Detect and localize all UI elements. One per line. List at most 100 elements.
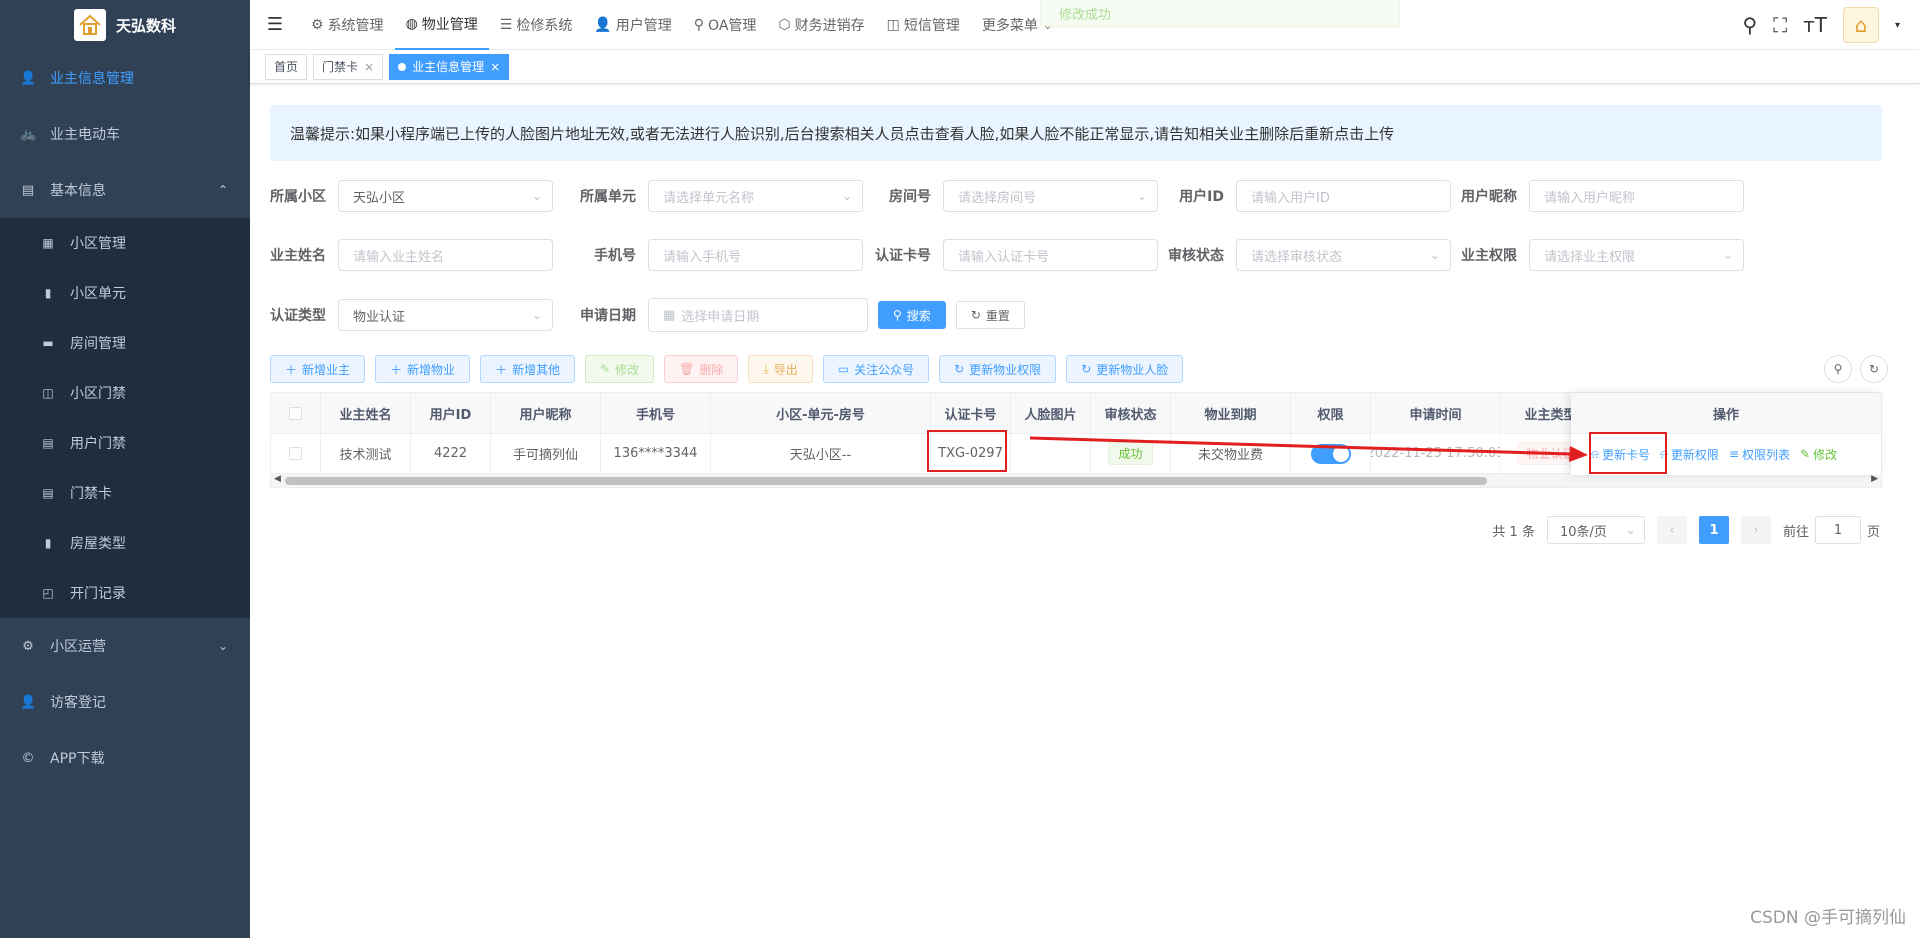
checkbox[interactable] [289, 447, 302, 460]
close-icon[interactable]: × [364, 60, 374, 74]
scroll-right-icon[interactable]: ▶ [1871, 474, 1878, 484]
sidebar-item-ebike[interactable]: 🚲 业主电动车 [0, 106, 250, 162]
goto-page-input[interactable]: 1 [1814, 516, 1861, 544]
tag-home[interactable]: 首页 [265, 53, 308, 80]
export-button[interactable]: ⤓ 导出 [748, 355, 813, 383]
reset-button[interactable]: ↻ 重置 [955, 301, 1025, 329]
page-number[interactable]: 1 [1698, 516, 1729, 544]
sidebar-item-user-gate[interactable]: ▤ 用户门禁 [0, 418, 250, 468]
delete-button[interactable]: 🗑 删除 [664, 355, 739, 383]
prev-page-button[interactable]: ‹ [1656, 516, 1687, 544]
page-size-select[interactable]: 10条/页 ⌄ [1546, 516, 1645, 544]
update-permission-link[interactable]: ⍾ 更新权限 [1660, 446, 1719, 463]
top-menu-system[interactable]: ⚙ 系统管理 [300, 0, 395, 50]
sidebar-item-door-log[interactable]: ◰ 开门记录 [0, 568, 250, 618]
person-icon: 👤 [20, 694, 37, 710]
sidebar-item-app-download[interactable]: © APP下载 [0, 730, 250, 786]
apply-date-picker[interactable]: ▦ 选择申请日期 [648, 298, 868, 332]
add-other-button[interactable]: ＋ 新增其他 [480, 355, 576, 383]
hamburger-icon[interactable]: ☰ [250, 14, 300, 35]
refresh-icon: ↻ [1868, 362, 1880, 376]
button-label: 新增物业 [407, 362, 456, 377]
card-no-label: 认证卡号 [875, 248, 931, 264]
permission-select[interactable]: 请选择业主权限 ⌄ [1529, 239, 1744, 271]
list-icon: ☰ [499, 16, 513, 33]
refresh-table-button[interactable]: ↻ [1860, 355, 1888, 383]
button-label: 新增业主 [302, 362, 351, 377]
font-size-icon[interactable]: тT [1803, 13, 1827, 37]
tag-access-card[interactable]: 门禁卡 × [313, 53, 384, 80]
col-status: 审核状态 [1091, 393, 1171, 433]
close-icon[interactable]: × [490, 60, 500, 74]
fullscreen-icon[interactable]: ⛶ [1773, 13, 1787, 37]
horizontal-scrollbar[interactable]: ◀ ▶ [271, 473, 1881, 487]
sidebar-item-house-type[interactable]: ▮ 房屋类型 [0, 518, 250, 568]
op-label: 更新权限 [1670, 447, 1719, 462]
tag-owner-info[interactable]: 业主信息管理 × [389, 53, 510, 80]
edit-link[interactable]: ✎ 修改 [1800, 446, 1837, 463]
caret-down-icon[interactable]: ▾ [1895, 20, 1900, 31]
sidebar-item-basic-info[interactable]: ▤ 基本信息 ⌃ [0, 162, 250, 218]
sidebar-item-community-gate[interactable]: ◫ 小区门禁 [0, 368, 250, 418]
sidebar-item-label: 小区管理 [70, 236, 126, 252]
top-menu-oa[interactable]: ⚲ OA管理 [683, 0, 768, 50]
add-owner-button[interactable]: ＋ 新增业主 [270, 355, 366, 383]
avatar[interactable]: ⌂ [1842, 7, 1879, 43]
update-permission-button[interactable]: ↻ 更新物业权限 [939, 355, 1057, 383]
update-face-button[interactable]: ↻ 更新物业人脸 [1066, 355, 1184, 383]
sidebar-item-label: 小区单元 [70, 286, 126, 302]
edit-button[interactable]: ✎ 修改 [585, 355, 655, 383]
sidebar-item-owner-info[interactable]: 👤 业主信息管理 [0, 50, 250, 106]
permission-list-link[interactable]: ≡ 权限列表 [1729, 446, 1790, 463]
message-icon: ◫ [886, 16, 900, 33]
refresh-icon: ↻ [1081, 362, 1092, 376]
follow-account-button[interactable]: ▭ 关注公众号 [822, 355, 930, 383]
add-property-button[interactable]: ＋ 新增物业 [375, 355, 471, 383]
sidebar-item-operations[interactable]: ⚙ 小区运营 ⌄ [0, 618, 250, 674]
user-id-input[interactable]: 请输入用户ID [1236, 180, 1451, 212]
scroll-left-icon[interactable]: ◀ [274, 474, 281, 484]
top-menu-maintenance[interactable]: ☰ 检修系统 [489, 0, 584, 50]
button-label: 删除 [699, 362, 724, 377]
search-icon[interactable]: ⚲ [1742, 13, 1757, 37]
phone-input[interactable]: 请输入手机号 [648, 239, 863, 271]
owner-name-input[interactable]: 请输入业主姓名 [338, 239, 553, 271]
card-no-input[interactable]: 请输入认证卡号 [943, 239, 1158, 271]
search-toggle-button[interactable]: ⚲ [1824, 355, 1852, 383]
room-select[interactable]: 请选择房间号 ⌄ [943, 180, 1158, 212]
tag-label: 门禁卡 [322, 60, 359, 74]
top-menu-sms[interactable]: ◫ 短信管理 [876, 0, 971, 50]
calendar-icon: ▦ [663, 307, 676, 323]
next-page-button[interactable]: › [1740, 516, 1771, 544]
sidebar-item-label: 小区门禁 [70, 386, 126, 402]
search-button[interactable]: ⚲ 搜索 [878, 301, 946, 329]
sidebar-item-unit[interactable]: ▮ 小区单元 [0, 268, 250, 318]
tags-view: 首页 门禁卡 × 业主信息管理 × [250, 50, 1920, 84]
page-size-value: 10条/页 [1559, 524, 1607, 540]
refresh-icon: ↻ [970, 308, 981, 322]
audit-status-select[interactable]: 请选择审核状态 ⌄ [1236, 239, 1451, 271]
navbar-right: ⚲ ⛶ тT ⌂ ▾ [1742, 0, 1900, 50]
apply-date-label: 申请日期 [580, 308, 636, 324]
sidebar-item-community[interactable]: ▦ 小区管理 [0, 218, 250, 268]
top-menu-users[interactable]: 👤 用户管理 [583, 0, 682, 50]
sidebar-item-room[interactable]: ▬ 房间管理 [0, 318, 250, 368]
unit-select[interactable]: 请选择单元名称 ⌄ [648, 180, 863, 212]
select-all-checkbox[interactable] [271, 393, 321, 433]
nickname-input[interactable]: 请输入用户昵称 [1529, 180, 1744, 212]
watermark: CSDN @手可摘列仙 [1750, 908, 1906, 928]
auth-type-select[interactable]: 物业认证 ⌄ [338, 299, 553, 331]
sidebar-item-visitor[interactable]: 👤 访客登记 [0, 674, 250, 730]
top-menu-property[interactable]: ◍ 物业管理 [394, 0, 489, 50]
top-menu-label: 用户管理 [615, 17, 672, 34]
checkbox[interactable] [289, 406, 302, 420]
row-checkbox-cell[interactable] [271, 433, 321, 473]
top-menu-finance[interactable]: ⬡ 财务进销存 [767, 0, 875, 50]
scroll-thumb[interactable] [285, 477, 1487, 485]
col-apply-time: 申请时间 [1371, 393, 1501, 433]
sidebar-item-access-card[interactable]: ▤ 门禁卡 [0, 468, 250, 518]
community-select[interactable]: 天弘小区 ⌄ [338, 180, 553, 212]
auth-type-label: 认证类型 [270, 308, 326, 324]
room-placeholder: 请选择房间号 [958, 190, 1037, 206]
apply-date-placeholder: 选择申请日期 [681, 309, 760, 325]
